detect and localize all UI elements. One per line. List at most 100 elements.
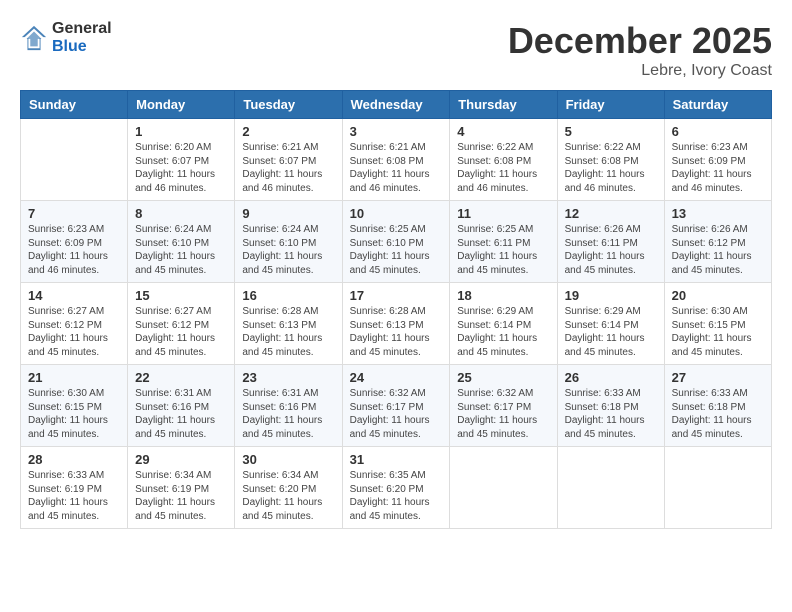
day-number: 20 bbox=[672, 288, 764, 303]
day-info: Sunrise: 6:28 AMSunset: 6:13 PMDaylight:… bbox=[350, 305, 443, 359]
calendar-day-cell: 8 Sunrise: 6:24 AMSunset: 6:10 PMDaylight… bbox=[128, 201, 235, 283]
calendar-day-cell: 1Sunrise: 6:20 AMSunset: 6:07 PMDaylight… bbox=[128, 119, 235, 201]
day-info: Sunrise: 6:22 AMSunset: 6:08 PMDaylight:… bbox=[565, 141, 657, 195]
calendar-week-row: 1Sunrise: 6:20 AMSunset: 6:07 PMDaylight… bbox=[21, 119, 772, 201]
day-info: Sunrise: 6:27 AMSunset: 6:12 PMDaylight:… bbox=[28, 305, 120, 359]
day-info: Sunrise: 6:30 AMSunset: 6:15 PMDaylight:… bbox=[672, 305, 764, 359]
calendar-day-cell: 30 Sunrise: 6:34 AMSunset: 6:20 PMDayligh… bbox=[235, 447, 342, 529]
calendar-day-cell: 29 Sunrise: 6:34 AMSunset: 6:19 PMDayligh… bbox=[128, 447, 235, 529]
day-info: Sunrise: 6:29 AMSunset: 6:14 PMDaylight:… bbox=[457, 305, 549, 359]
day-number: 24 bbox=[350, 370, 443, 385]
calendar-day-cell: 9 Sunrise: 6:24 AMSunset: 6:10 PMDaylight… bbox=[235, 201, 342, 283]
day-number: 11 bbox=[457, 206, 549, 221]
logo-general-text: General bbox=[52, 20, 112, 38]
day-number: 29 bbox=[135, 452, 227, 467]
calendar-day-cell: 19 Sunrise: 6:29 AMSunset: 6:14 PMDayligh… bbox=[557, 283, 664, 365]
day-of-week-header: Thursday bbox=[450, 91, 557, 119]
day-number: 17 bbox=[350, 288, 443, 303]
day-info: Sunrise: 6:34 AMSunset: 6:20 PMDaylight:… bbox=[242, 469, 334, 523]
day-number: 8 bbox=[135, 206, 227, 221]
day-number: 28 bbox=[28, 452, 120, 467]
calendar-week-row: 14Sunrise: 6:27 AMSunset: 6:12 PMDayligh… bbox=[21, 283, 772, 365]
day-number: 3 bbox=[350, 124, 443, 139]
day-number: 25 bbox=[457, 370, 549, 385]
day-info: Sunrise: 6:27 AMSunset: 6:12 PMDaylight:… bbox=[135, 305, 227, 359]
day-number: 6 bbox=[672, 124, 764, 139]
day-info: Sunrise: 6:28 AMSunset: 6:13 PMDaylight:… bbox=[242, 305, 334, 359]
day-info: Sunrise: 6:21 AMSunset: 6:08 PMDaylight:… bbox=[350, 141, 443, 195]
calendar-day-cell: 3 Sunrise: 6:21 AMSunset: 6:08 PMDaylight… bbox=[342, 119, 450, 201]
calendar-day-cell: 12 Sunrise: 6:26 AMSunset: 6:11 PMDayligh… bbox=[557, 201, 664, 283]
day-info: Sunrise: 6:33 AMSunset: 6:18 PMDaylight:… bbox=[565, 387, 657, 441]
day-number: 12 bbox=[565, 206, 657, 221]
day-info: Sunrise: 6:26 AMSunset: 6:11 PMDaylight:… bbox=[565, 223, 657, 277]
day-number: 13 bbox=[672, 206, 764, 221]
day-of-week-header: Monday bbox=[128, 91, 235, 119]
calendar-week-row: 21Sunrise: 6:30 AMSunset: 6:15 PMDayligh… bbox=[21, 365, 772, 447]
day-info: Sunrise: 6:24 AMSunset: 6:10 PMDaylight:… bbox=[242, 223, 334, 277]
day-number: 19 bbox=[565, 288, 657, 303]
day-number: 5 bbox=[565, 124, 657, 139]
day-info: Sunrise: 6:24 AMSunset: 6:10 PMDaylight:… bbox=[135, 223, 227, 277]
day-info: Sunrise: 6:31 AMSunset: 6:16 PMDaylight:… bbox=[242, 387, 334, 441]
calendar-day-cell: 17 Sunrise: 6:28 AMSunset: 6:13 PMDayligh… bbox=[342, 283, 450, 365]
calendar-day-cell: 16Sunrise: 6:28 AMSunset: 6:13 PMDayligh… bbox=[235, 283, 342, 365]
calendar-day-cell bbox=[557, 447, 664, 529]
day-number: 26 bbox=[565, 370, 657, 385]
location-subtitle: Lebre, Ivory Coast bbox=[508, 62, 772, 80]
title-block: December 2025 Lebre, Ivory Coast bbox=[508, 20, 772, 80]
calendar-day-cell: 4 Sunrise: 6:22 AMSunset: 6:08 PMDaylight… bbox=[450, 119, 557, 201]
day-number: 31 bbox=[350, 452, 443, 467]
calendar-day-cell: 21Sunrise: 6:30 AMSunset: 6:15 PMDayligh… bbox=[21, 365, 128, 447]
calendar-day-cell bbox=[450, 447, 557, 529]
calendar-day-cell: 10 Sunrise: 6:25 AMSunset: 6:10 PMDayligh… bbox=[342, 201, 450, 283]
calendar-day-cell: 28 Sunrise: 6:33 AMSunset: 6:19 PMDayligh… bbox=[21, 447, 128, 529]
day-info: Sunrise: 6:31 AMSunset: 6:16 PMDaylight:… bbox=[135, 387, 227, 441]
calendar-day-cell: 13Sunrise: 6:26 AMSunset: 6:12 PMDayligh… bbox=[664, 201, 771, 283]
calendar-day-cell: 24 Sunrise: 6:32 AMSunset: 6:17 PMDayligh… bbox=[342, 365, 450, 447]
day-number: 18 bbox=[457, 288, 549, 303]
day-info: Sunrise: 6:29 AMSunset: 6:14 PMDaylight:… bbox=[565, 305, 657, 359]
day-info: Sunrise: 6:33 AMSunset: 6:19 PMDaylight:… bbox=[28, 469, 120, 523]
day-info: Sunrise: 6:25 AMSunset: 6:11 PMDaylight:… bbox=[457, 223, 549, 277]
calendar-week-row: 28 Sunrise: 6:33 AMSunset: 6:19 PMDayligh… bbox=[21, 447, 772, 529]
day-info: Sunrise: 6:35 AMSunset: 6:20 PMDaylight:… bbox=[350, 469, 443, 523]
calendar-header-row: SundayMondayTuesdayWednesdayThursdayFrid… bbox=[21, 91, 772, 119]
calendar-day-cell bbox=[664, 447, 771, 529]
day-info: Sunrise: 6:34 AMSunset: 6:19 PMDaylight:… bbox=[135, 469, 227, 523]
calendar-day-cell: 15 Sunrise: 6:27 AMSunset: 6:12 PMDayligh… bbox=[128, 283, 235, 365]
day-info: Sunrise: 6:32 AMSunset: 6:17 PMDaylight:… bbox=[350, 387, 443, 441]
logo-icon bbox=[20, 24, 48, 52]
logo: General Blue bbox=[20, 20, 112, 55]
calendar-day-cell bbox=[21, 119, 128, 201]
calendar-day-cell: 27Sunrise: 6:33 AMSunset: 6:18 PMDayligh… bbox=[664, 365, 771, 447]
day-number: 15 bbox=[135, 288, 227, 303]
calendar-week-row: 7Sunrise: 6:23 AMSunset: 6:09 PMDaylight… bbox=[21, 201, 772, 283]
day-of-week-header: Friday bbox=[557, 91, 664, 119]
day-number: 1 bbox=[135, 124, 227, 139]
day-number: 22 bbox=[135, 370, 227, 385]
calendar-day-cell: 5 Sunrise: 6:22 AMSunset: 6:08 PMDaylight… bbox=[557, 119, 664, 201]
day-info: Sunrise: 6:33 AMSunset: 6:18 PMDaylight:… bbox=[672, 387, 764, 441]
calendar-day-cell: 31 Sunrise: 6:35 AMSunset: 6:20 PMDayligh… bbox=[342, 447, 450, 529]
day-info: Sunrise: 6:21 AMSunset: 6:07 PMDaylight:… bbox=[242, 141, 334, 195]
day-info: Sunrise: 6:25 AMSunset: 6:10 PMDaylight:… bbox=[350, 223, 443, 277]
day-of-week-header: Sunday bbox=[21, 91, 128, 119]
day-number: 30 bbox=[242, 452, 334, 467]
day-info: Sunrise: 6:30 AMSunset: 6:15 PMDaylight:… bbox=[28, 387, 120, 441]
day-number: 10 bbox=[350, 206, 443, 221]
day-number: 2 bbox=[242, 124, 334, 139]
calendar-day-cell: 23 Sunrise: 6:31 AMSunset: 6:16 PMDayligh… bbox=[235, 365, 342, 447]
day-number: 4 bbox=[457, 124, 549, 139]
calendar-day-cell: 25Sunrise: 6:32 AMSunset: 6:17 PMDayligh… bbox=[450, 365, 557, 447]
day-number: 23 bbox=[242, 370, 334, 385]
day-info: Sunrise: 6:22 AMSunset: 6:08 PMDaylight:… bbox=[457, 141, 549, 195]
calendar-day-cell: 20 Sunrise: 6:30 AMSunset: 6:15 PMDayligh… bbox=[664, 283, 771, 365]
calendar-day-cell: 2 Sunrise: 6:21 AMSunset: 6:07 PMDaylight… bbox=[235, 119, 342, 201]
calendar-day-cell: 26 Sunrise: 6:33 AMSunset: 6:18 PMDayligh… bbox=[557, 365, 664, 447]
calendar-day-cell: 7Sunrise: 6:23 AMSunset: 6:09 PMDaylight… bbox=[21, 201, 128, 283]
day-number: 7 bbox=[28, 206, 120, 221]
logo-blue-text: Blue bbox=[52, 38, 112, 56]
day-number: 9 bbox=[242, 206, 334, 221]
calendar-day-cell: 18 Sunrise: 6:29 AMSunset: 6:14 PMDayligh… bbox=[450, 283, 557, 365]
